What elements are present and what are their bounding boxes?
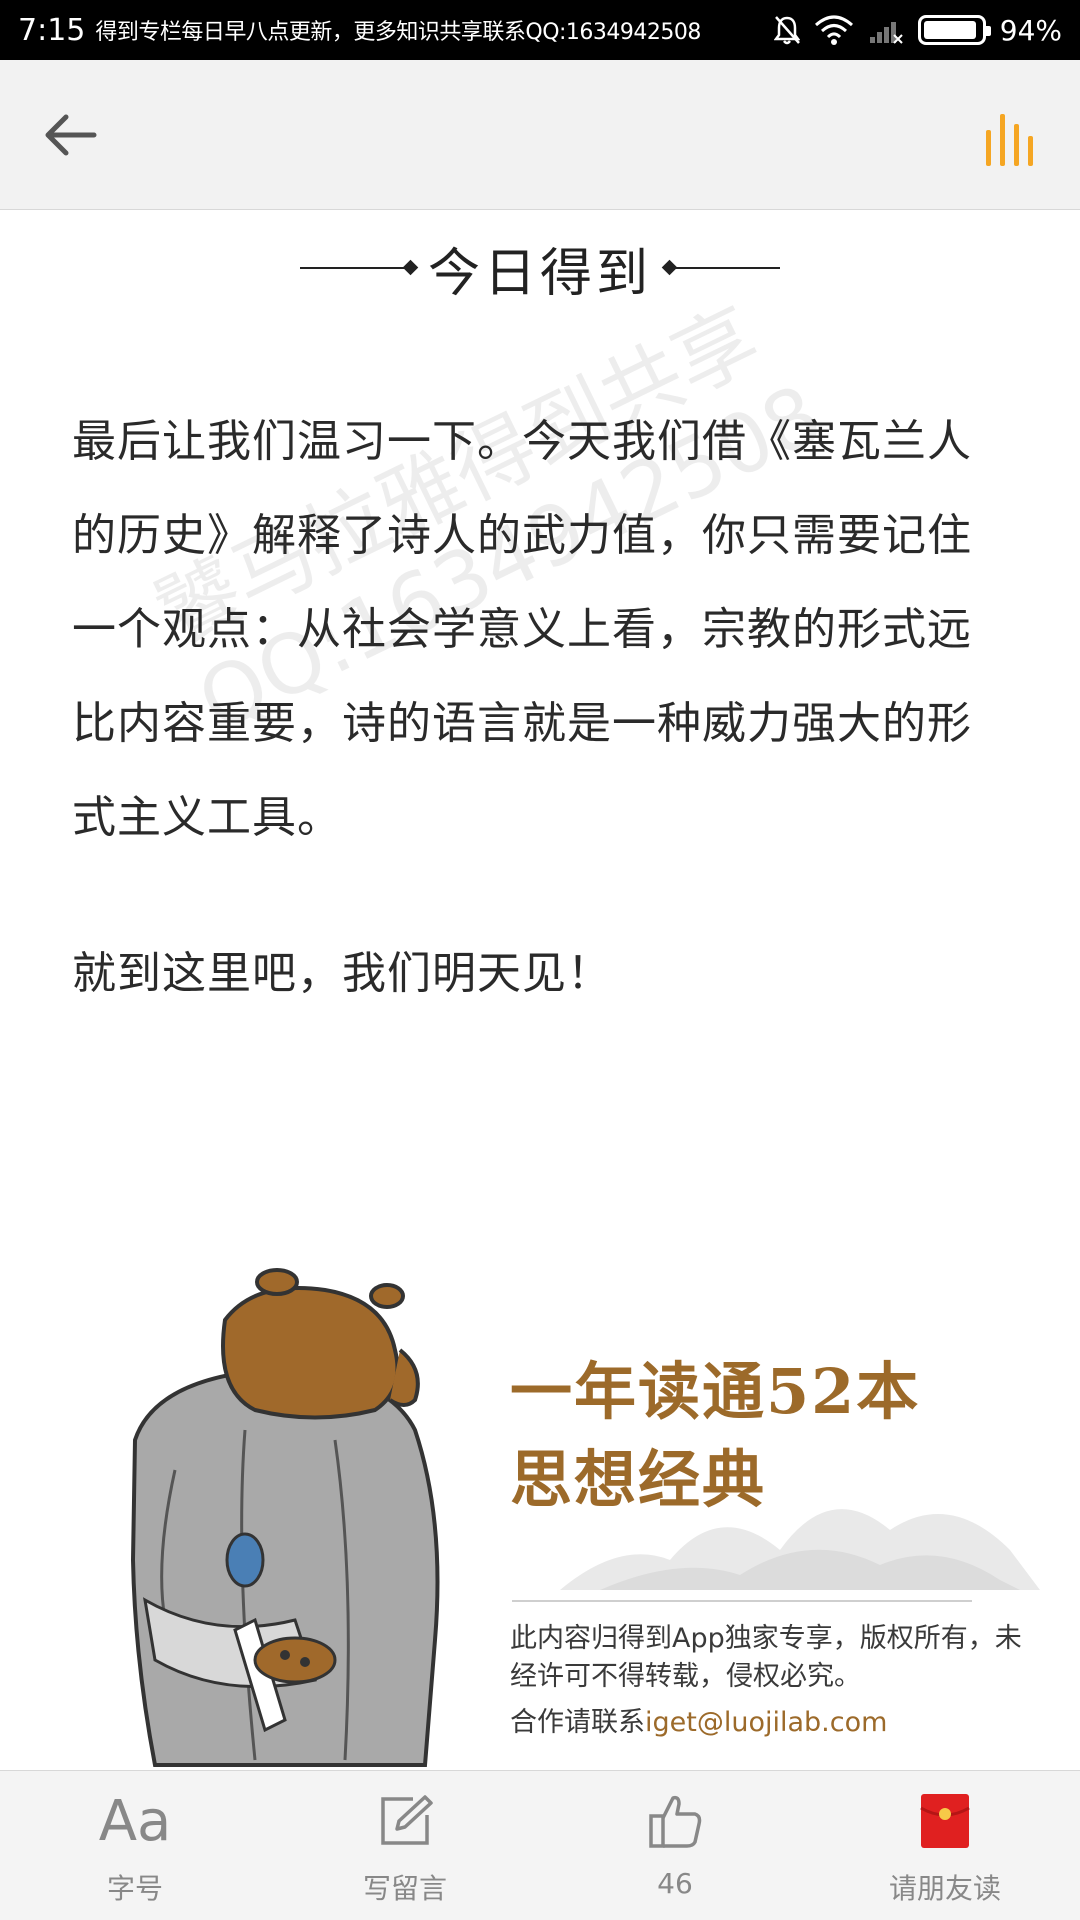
title-ornament-left — [299, 267, 410, 269]
banner-contact-prefix: 合作请联系 — [510, 1707, 645, 1738]
banner-copyright: 此内容归得到App独家专享，版权所有，未经许可不得转载，侵权必究。 — [510, 1623, 1022, 1692]
battery-icon — [917, 15, 991, 45]
section-title-text: 今日得到 — [427, 243, 652, 304]
bottom-toolbar: Aa 字号 写留言 46 请朋友读 — [0, 1770, 1080, 1920]
status-notification-text: 得到专栏每日早八点更新，更多知识共享联系QQ:1634942508 — [95, 20, 701, 45]
banner-heading-line-1: 一年读通52本 — [510, 1355, 921, 1428]
title-ornament-right — [670, 267, 780, 269]
red-envelope-icon — [920, 1794, 970, 1848]
tab-label: 写留言 — [362, 1872, 447, 1905]
audio-player-button[interactable] — [972, 100, 1052, 180]
like-button[interactable]: 46 — [540, 1771, 810, 1920]
font-size-icon: Aa — [98, 1788, 172, 1854]
banner-divider — [512, 1600, 972, 1602]
write-comment-button[interactable]: 写留言 — [270, 1771, 540, 1920]
back-button[interactable] — [30, 100, 110, 170]
status-bar: 7:15 得到专栏每日早八点更新，更多知识共享联系QQ:1634942508 9… — [0, 0, 1080, 60]
wifi-icon — [814, 15, 853, 45]
tab-label: 请朋友读 — [888, 1872, 1001, 1905]
banner-contact: 合作请联系iget@luojilab.com — [510, 1700, 887, 1739]
promo-banner: 一年读通52本 思想经典 此内容归得到App独家专享，版权所有，未经许可不得转载… — [0, 1260, 1080, 1770]
like-count: 46 — [657, 1867, 693, 1900]
section-title: 今日得到 — [0, 228, 1080, 308]
thumbs-up-icon — [649, 1795, 702, 1848]
font-size-button[interactable]: Aa 字号 — [0, 1771, 270, 1920]
banner-heading-line-2: 思想经典 — [510, 1443, 767, 1516]
banner-heading: 一年读通52本 思想经典 — [510, 1348, 920, 1524]
tab-label: 字号 — [106, 1872, 163, 1905]
status-time: 7:15 — [18, 12, 86, 48]
bear-illustration — [130, 1268, 440, 1767]
article-paragraph: 就到这里吧，我们明天见！ — [72, 948, 612, 999]
edit-comment-icon — [381, 1795, 433, 1845]
banner-contact-email[interactable]: iget@luojilab.com — [645, 1707, 887, 1738]
signal-icon — [869, 22, 903, 44]
article-body: 最后让我们温习一下。今天我们借《塞瓦兰人的历史》解释了诗人的武力值，你只需要记住… — [72, 395, 1012, 1021]
app-header — [0, 60, 1080, 210]
battery-fill — [923, 21, 977, 39]
article-paragraph: 最后让我们温习一下。今天我们借《塞瓦兰人的历史》解释了诗人的武力值，你只需要记住… — [72, 416, 972, 843]
bell-off-icon — [773, 16, 800, 45]
status-icons: 94% — [773, 13, 1062, 47]
battery-percent: 94% — [999, 13, 1062, 47]
font-size-glyph: Aa — [98, 1788, 172, 1854]
back-arrow-icon — [45, 114, 97, 156]
audio-bars-icon — [986, 114, 1033, 166]
invite-friend-button[interactable]: 请朋友读 — [810, 1771, 1080, 1920]
